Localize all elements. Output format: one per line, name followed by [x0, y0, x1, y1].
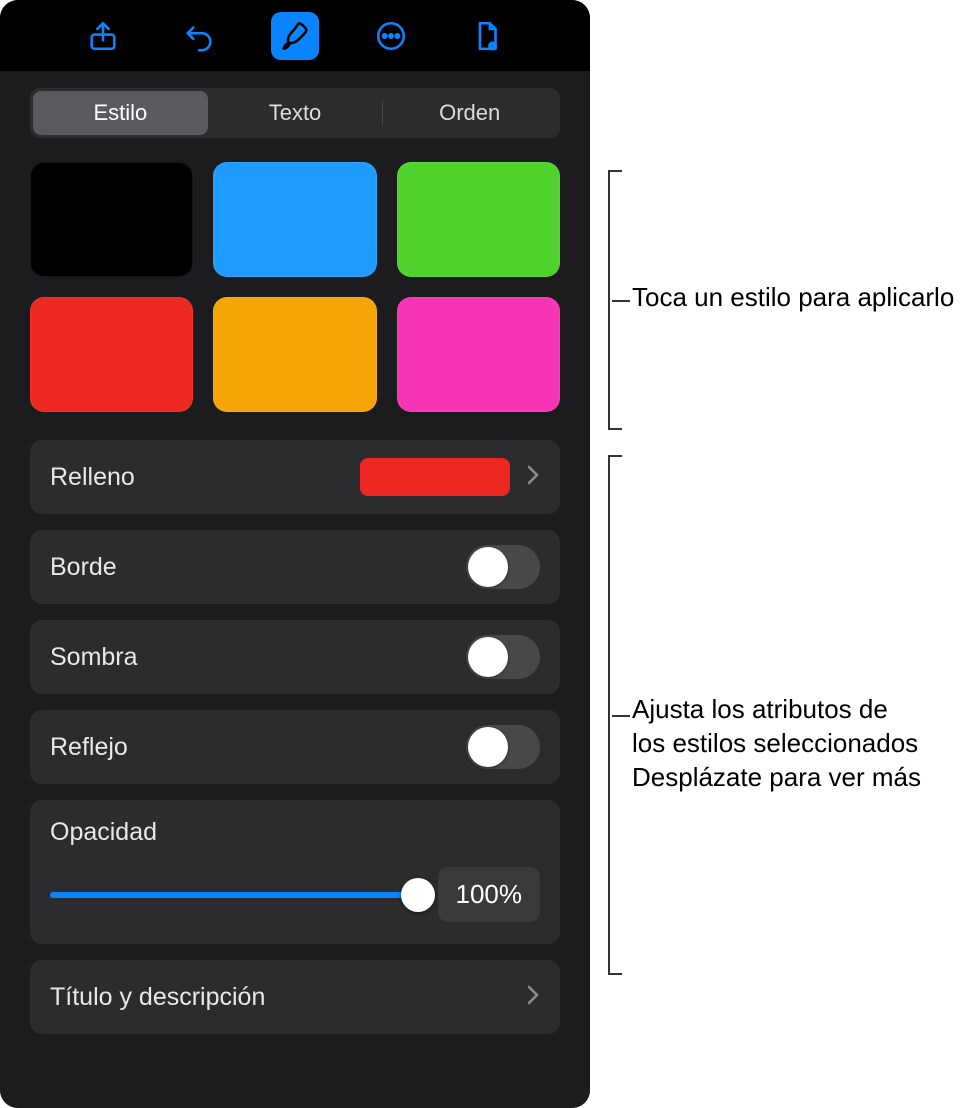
reflection-toggle[interactable]: [466, 725, 540, 769]
border-row: Borde: [30, 530, 560, 604]
style-swatch-magenta[interactable]: [397, 297, 560, 412]
style-swatch-red[interactable]: [30, 297, 193, 412]
tab-label: Estilo: [93, 100, 147, 126]
opacity-value[interactable]: 100%: [438, 867, 541, 922]
title-description-label: Título y descripción: [50, 983, 516, 1012]
panel-body: Estilo Texto Orden Relleno: [0, 72, 590, 1108]
reflection-row: Reflejo: [30, 710, 560, 784]
tab-style[interactable]: Estilo: [33, 91, 208, 135]
chevron-right-icon: [526, 461, 540, 493]
shadow-row: Sombra: [30, 620, 560, 694]
style-swatch-blue[interactable]: [213, 162, 376, 277]
share-icon[interactable]: [79, 12, 127, 60]
tab-label: Orden: [439, 100, 500, 126]
fill-row[interactable]: Relleno: [30, 440, 560, 514]
callout-attributes: Ajusta los atributos de los estilos sele…: [632, 692, 921, 794]
tab-label: Texto: [269, 100, 322, 126]
style-swatch-black[interactable]: [30, 162, 193, 277]
style-swatch-grid: [30, 162, 560, 412]
opacity-slider[interactable]: [50, 892, 420, 898]
more-icon[interactable]: [367, 12, 415, 60]
reflection-label: Reflejo: [50, 733, 466, 762]
format-tabs: Estilo Texto Orden: [30, 88, 560, 138]
format-panel: Estilo Texto Orden Relleno: [0, 0, 590, 1108]
opacity-row: Opacidad 100%: [30, 800, 560, 944]
document-options-icon[interactable]: [463, 12, 511, 60]
slider-thumb[interactable]: [401, 878, 435, 912]
opacity-label: Opacidad: [50, 818, 540, 847]
tab-order[interactable]: Orden: [382, 91, 557, 135]
undo-icon[interactable]: [175, 12, 223, 60]
title-description-row[interactable]: Título y descripción: [30, 960, 560, 1034]
border-label: Borde: [50, 553, 466, 582]
shadow-label: Sombra: [50, 643, 466, 672]
shadow-toggle[interactable]: [466, 635, 540, 679]
chevron-right-icon: [526, 981, 540, 1013]
callout-bracket-attributes: [608, 455, 610, 975]
format-brush-icon[interactable]: [271, 12, 319, 60]
style-swatch-green[interactable]: [397, 162, 560, 277]
toolbar: [0, 0, 590, 72]
fill-color-swatch: [360, 458, 510, 496]
style-swatch-orange[interactable]: [213, 297, 376, 412]
border-toggle[interactable]: [466, 545, 540, 589]
callout-styles: Toca un estilo para aplicarlo: [632, 280, 954, 314]
tab-text[interactable]: Texto: [208, 91, 383, 135]
callout-bracket-styles: [608, 170, 610, 430]
fill-label: Relleno: [50, 463, 360, 492]
